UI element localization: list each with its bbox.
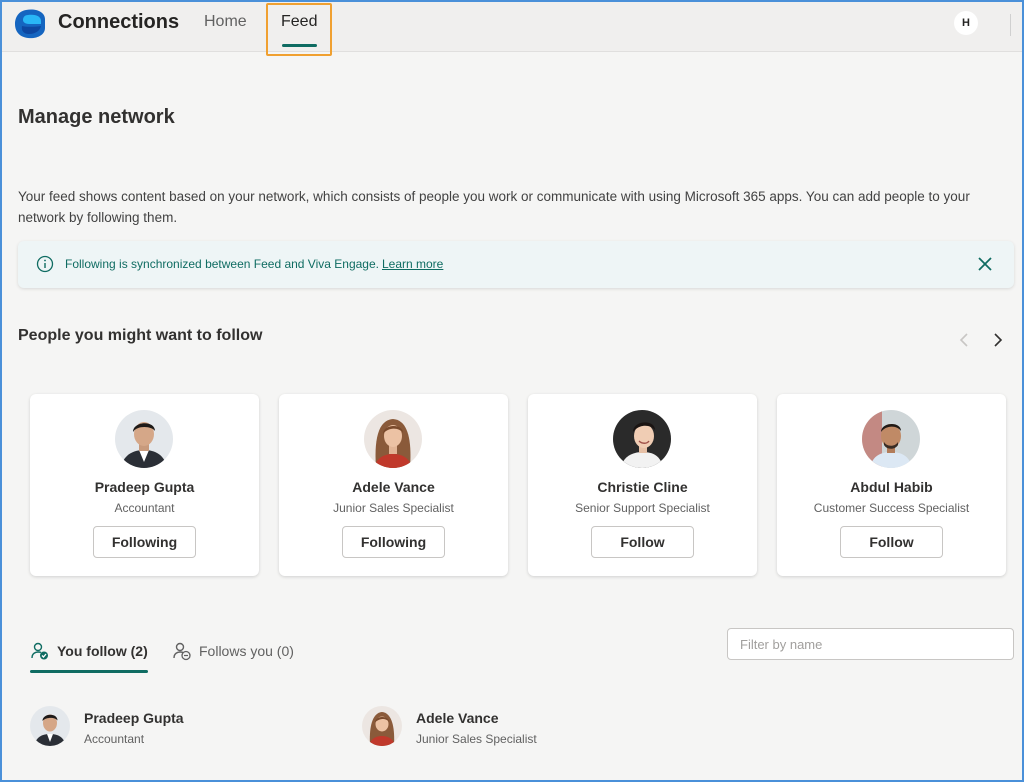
learn-more-link[interactable]: Learn more <box>382 257 443 271</box>
following-button[interactable]: Following <box>93 526 196 558</box>
filter-by-name-input[interactable] <box>727 628 1014 660</box>
person-role: Customer Success Specialist <box>813 501 970 515</box>
person-card: Christie Cline Senior Support Specialist… <box>528 394 757 576</box>
list-item-role: Junior Sales Specialist <box>416 732 537 746</box>
app-title: Connections <box>58 11 180 33</box>
follow-button[interactable]: Follow <box>840 526 943 558</box>
list-item-name: Adele Vance <box>416 710 499 726</box>
avatar <box>613 410 671 468</box>
connections-logo-icon <box>15 9 45 39</box>
person-name: Pradeep Gupta <box>94 479 195 495</box>
chevron-left-icon[interactable] <box>956 330 972 350</box>
chevron-right-icon[interactable] <box>990 330 1006 350</box>
person-arrow-icon <box>173 642 191 661</box>
avatar <box>30 706 70 746</box>
avatar <box>862 410 920 468</box>
info-banner-message: Following is synchronized between Feed a… <box>65 257 379 271</box>
tab-home[interactable]: Home <box>204 13 247 31</box>
person-card: Abdul Habib Customer Success Specialist … <box>777 394 1006 576</box>
list-item-name: Pradeep Gupta <box>84 710 184 726</box>
person-card: Pradeep Gupta Accountant Following <box>30 394 259 576</box>
follow-button[interactable]: Follow <box>591 526 694 558</box>
info-banner-text: Following is synchronized between Feed a… <box>65 257 443 271</box>
user-avatar[interactable]: H <box>954 11 978 35</box>
person-role: Junior Sales Specialist <box>333 501 454 515</box>
top-divider <box>1010 14 1011 36</box>
tab-follows-you-label: Follows you (0) <box>199 643 294 659</box>
close-icon[interactable] <box>976 255 994 273</box>
tab-feed-underline <box>282 44 317 47</box>
avatar <box>115 410 173 468</box>
person-card: Adele Vance Junior Sales Specialist Foll… <box>279 394 508 576</box>
page-description: Your feed shows content based on your ne… <box>18 189 970 225</box>
page-title: Manage network <box>18 106 175 128</box>
suggestions-title: People you might want to follow <box>18 327 263 344</box>
person-check-icon <box>31 642 48 660</box>
person-name: Abdul Habib <box>850 479 933 495</box>
list-item-role: Accountant <box>84 732 145 746</box>
avatar <box>364 410 422 468</box>
tab-feed[interactable]: Feed <box>281 13 317 31</box>
person-role: Senior Support Specialist <box>575 501 710 515</box>
avatar <box>362 706 402 746</box>
top-bar: Connections Home Feed H <box>2 2 1022 56</box>
person-name: Christie Cline <box>597 479 688 495</box>
tab-you-follow-label: You follow (2) <box>57 643 148 659</box>
person-role: Accountant <box>114 501 175 515</box>
following-button[interactable]: Following <box>342 526 445 558</box>
info-icon <box>36 255 54 273</box>
info-banner: Following is synchronized between Feed a… <box>18 241 1014 288</box>
active-tab-underline <box>30 670 148 673</box>
person-name: Adele Vance <box>352 479 435 495</box>
